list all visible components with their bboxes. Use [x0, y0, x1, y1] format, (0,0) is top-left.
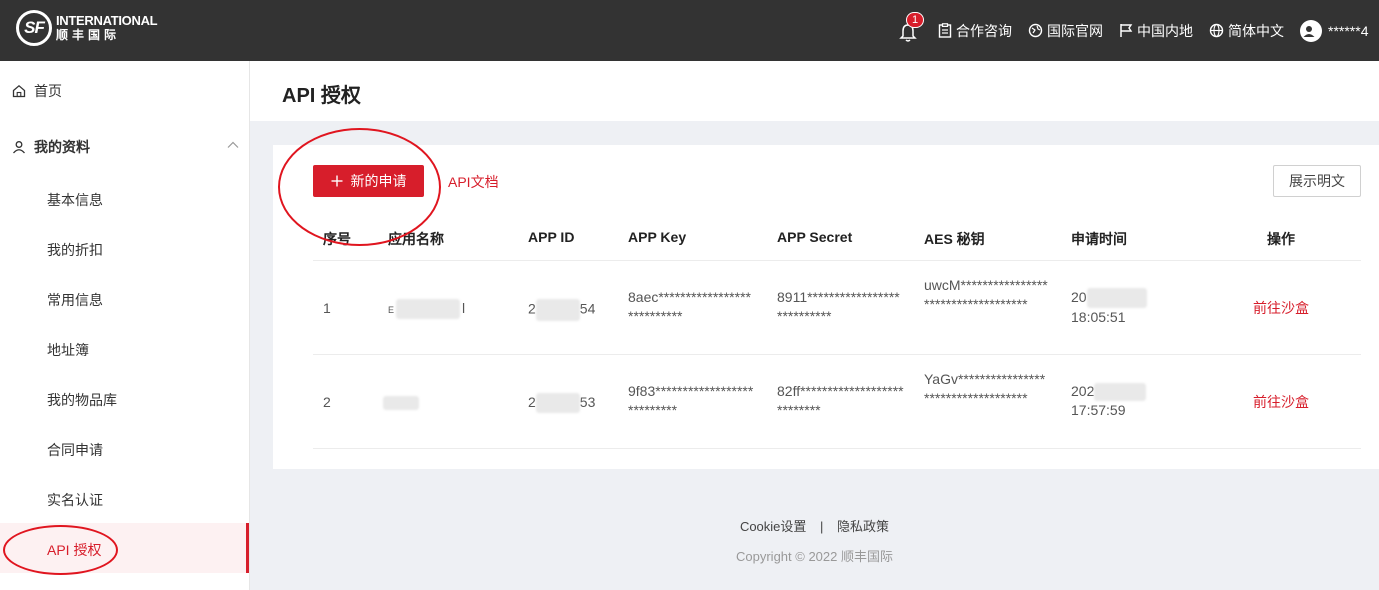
footer-links: Cookie设置 | 隐私政策: [0, 516, 1379, 535]
cell-apply-time-tail: 17:57:59: [1071, 402, 1126, 419]
cell-app-id: 2 54: [528, 299, 595, 321]
sidebar-item-basic-info[interactable]: 基本信息: [47, 190, 103, 210]
col-header-actions: 操作: [1267, 231, 1295, 247]
copyright: Copyright © 2022 顺丰国际: [736, 549, 893, 564]
cell-app-id-tail: 53: [579, 394, 596, 410]
show-plaintext-button[interactable]: 展示明文: [1273, 165, 1361, 197]
cell-aes-key: YaGv***********************************: [924, 371, 1046, 406]
cell-app-name: El: [388, 299, 465, 320]
sidebar-item-verification[interactable]: 实名认证: [47, 490, 103, 510]
sidebar-item-discount[interactable]: 我的折扣: [47, 240, 103, 260]
user-menu[interactable]: ******4: [1300, 19, 1369, 42]
cell-index: 1: [323, 300, 331, 316]
sidebar-item-item-library[interactable]: 我的物品库: [47, 390, 117, 410]
go-sandbox-link[interactable]: 前往沙盒: [1253, 393, 1309, 412]
go-sandbox-link[interactable]: 前往沙盒: [1253, 299, 1309, 318]
globe-pin-icon: [1028, 23, 1043, 38]
sf-logo[interactable]: SF INTERNATIONAL 顺丰国际: [16, 10, 158, 46]
cell-apply-time-tail: 18:05:51: [1071, 309, 1126, 326]
cell-app-secret: 8911***************************: [777, 289, 900, 324]
col-header-app-secret: APP Secret: [777, 229, 853, 245]
sidebar-group-profile-label: 我的资料: [34, 139, 90, 155]
cookie-settings-link[interactable]: Cookie设置: [740, 519, 806, 534]
cell-app-secret: 82ff***************************: [777, 383, 904, 418]
cell-apply-time-head: 202: [1071, 383, 1095, 399]
user-name: ******4: [1328, 22, 1369, 39]
clipboard-icon: [938, 23, 952, 38]
cell-apply-time: 202 17:57:59: [1071, 382, 1147, 420]
cell-app-id: 2 53: [528, 393, 596, 414]
top-navbar: SF INTERNATIONAL 顺丰国际 1 合作咨询 国际官网 中国内地 简…: [0, 0, 1379, 61]
cell-apply-time: 20 18:05:51: [1071, 288, 1147, 327]
home-icon: [12, 84, 26, 98]
cell-aes-key: uwcM***********************************: [924, 277, 1048, 312]
cell-app-name-tail: l: [462, 300, 466, 316]
nav-language[interactable]: 简体中文: [1209, 21, 1284, 41]
flag-icon: [1120, 24, 1133, 37]
col-header-app-id: APP ID: [528, 229, 575, 245]
notification-badge: 1: [906, 11, 924, 28]
table-divider: [313, 448, 1361, 449]
avatar: [1300, 19, 1322, 42]
nav-language-label: 简体中文: [1228, 22, 1284, 39]
logo-text: INTERNATIONAL 顺丰国际: [56, 13, 158, 43]
user-icon: [13, 141, 25, 154]
api-doc-link[interactable]: API文档: [448, 172, 499, 192]
page-title: API 授权: [282, 85, 361, 107]
table-divider: [313, 260, 1361, 261]
logo-en: INTERNATIONAL: [56, 13, 158, 28]
sf-logo-mark: SF: [16, 10, 52, 46]
cell-app-name-head: E: [388, 305, 395, 315]
nav-cooperation-label: 合作咨询: [956, 22, 1012, 39]
sidebar-item-home-label: 首页: [34, 83, 62, 99]
table-divider: [313, 354, 1361, 355]
nav-international-label: 国际官网: [1047, 22, 1103, 39]
nav-region-label: 中国内地: [1137, 22, 1193, 39]
nav-cooperation[interactable]: 合作咨询: [938, 21, 1012, 41]
cell-app-id-head: 2: [528, 300, 536, 317]
cell-apply-time-head: 20: [1071, 289, 1087, 305]
page-header: API 授权: [250, 61, 1379, 121]
cell-app-id-head: 2: [528, 394, 536, 410]
chevron-up-icon[interactable]: [227, 141, 239, 149]
sidebar-item-common-info[interactable]: 常用信息: [47, 290, 103, 310]
sidebar-group-profile[interactable]: 我的资料: [12, 137, 90, 157]
col-header-app-key: APP Key: [628, 229, 687, 245]
sidebar-item-contract[interactable]: 合同申请: [47, 440, 103, 460]
cell-app-key: 8aec***************************: [628, 289, 751, 324]
header-nav: 1 合作咨询 国际官网 中国内地 简体中文 ******4: [898, 0, 1379, 61]
col-header-apply-time: 申请时间: [1071, 231, 1127, 247]
footer-separator: |: [820, 519, 824, 534]
privacy-policy-link[interactable]: 隐私政策: [837, 519, 889, 534]
cell-app-name: [383, 393, 419, 412]
col-header-aes-key: AES 秘钥: [924, 231, 985, 247]
nav-international-site[interactable]: 国际官网: [1028, 21, 1103, 41]
language-globe-icon: [1209, 23, 1224, 38]
cell-app-id-tail: 54: [579, 300, 596, 317]
annotation-circle-api-auth: [3, 525, 118, 575]
sidebar: 首页 我的资料 基本信息 我的折扣 常用信息 地址簿 我的物品库 合同申请 实名…: [0, 61, 250, 590]
sidebar-item-home[interactable]: 首页: [12, 81, 62, 101]
logo-cn: 顺丰国际: [56, 28, 121, 42]
nav-region[interactable]: 中国内地: [1119, 21, 1193, 41]
annotation-circle-new-button: [278, 128, 441, 246]
cell-app-key: 9f83***************************: [628, 383, 754, 418]
cell-index: 2: [323, 394, 331, 410]
notification-bell[interactable]: 1: [898, 11, 924, 42]
user-avatar-icon: [1303, 25, 1315, 37]
sidebar-item-address-book[interactable]: 地址簿: [47, 340, 89, 360]
